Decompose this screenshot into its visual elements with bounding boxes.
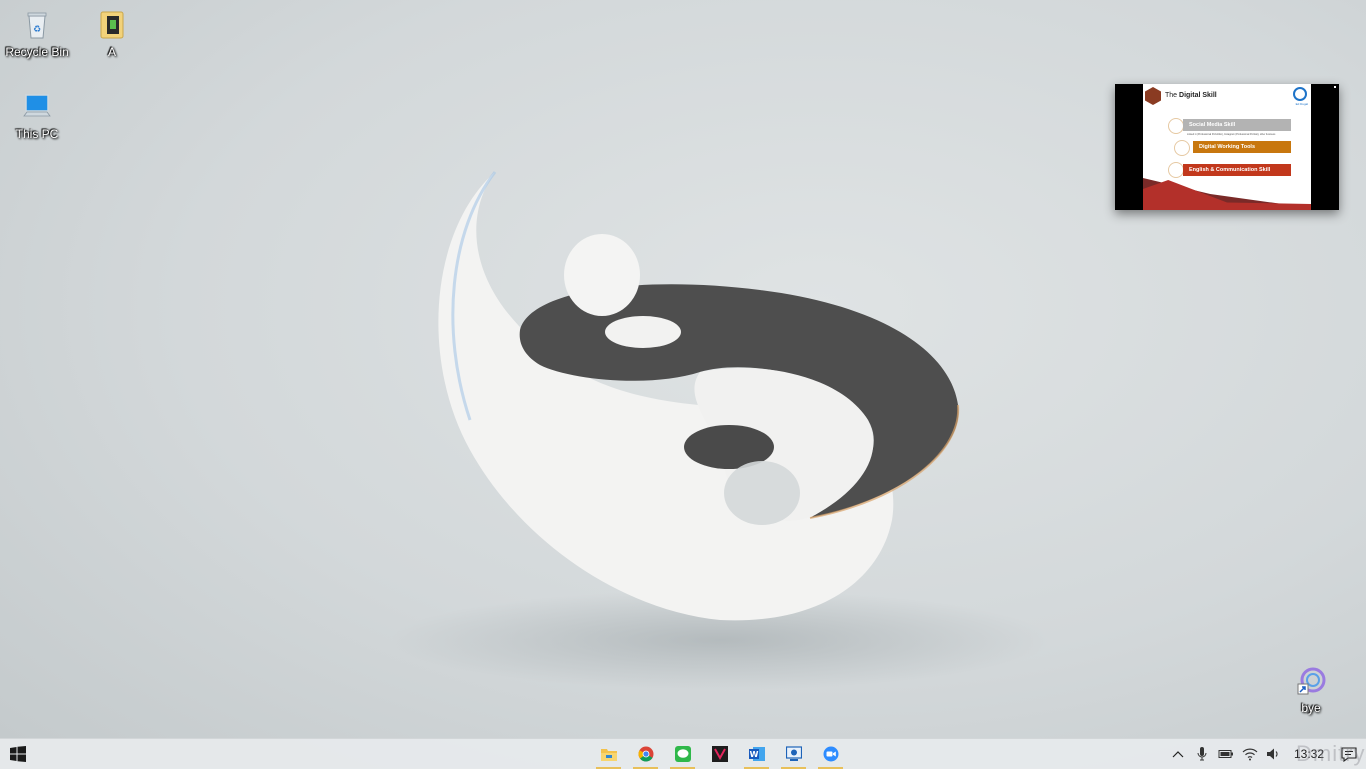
recycle-bin-icon: ♻ — [27, 12, 47, 39]
slide-item-social-media: Social Media Skill — [1183, 119, 1291, 131]
folder-icon — [100, 11, 124, 39]
shortcut-icon — [1297, 667, 1326, 695]
slide-logo-icon — [1293, 87, 1307, 101]
desktop-icon-recycle-bin[interactable]: ♻ Recycle Bin — [1, 8, 73, 59]
slide-bullet-circle — [1168, 118, 1184, 134]
taskbar-file-explorer[interactable] — [590, 739, 627, 769]
windows-icon — [10, 746, 26, 762]
notification-icon — [1341, 746, 1357, 762]
line-chat-icon — [674, 746, 691, 762]
wifi-icon — [1242, 748, 1258, 761]
desktop-icon-label: bye — [1301, 701, 1321, 715]
tray-microphone[interactable] — [1190, 739, 1214, 769]
chevron-up-icon — [1172, 751, 1184, 758]
slide-decor-wedge — [1143, 180, 1311, 210]
slide-bullet-circle — [1174, 140, 1190, 156]
taskbar-pinned-apps: W — [590, 739, 849, 769]
slide-item-digital-tools: Digital Working Tools — [1193, 141, 1291, 153]
slide-item-english: English & Communication Skill — [1183, 164, 1291, 176]
show-hidden-icons[interactable] — [1166, 739, 1190, 769]
desktop-icon-label: A — [107, 45, 116, 59]
taskbar-remote-desktop[interactable] — [775, 739, 812, 769]
volume-icon — [1266, 748, 1278, 760]
desktop[interactable]: ♻ Recycle Bin A This PC bye The Digital … — [0, 0, 1366, 738]
chrome-icon — [637, 746, 653, 762]
file-explorer-icon — [600, 749, 617, 761]
tray-battery[interactable] — [1214, 739, 1238, 769]
desktop-icon-folder-a[interactable]: A — [76, 8, 148, 59]
slide-hex-icon — [1145, 87, 1161, 105]
slide-title: The Digital Skill — [1165, 92, 1217, 99]
desktop-icon-label: Recycle Bin — [5, 45, 69, 59]
taskbar: W 13:32 — [0, 738, 1366, 769]
tray-volume[interactable] — [1262, 739, 1286, 769]
desktop-icon-this-pc[interactable]: This PC — [1, 90, 73, 141]
svg-text:♻: ♻ — [33, 25, 41, 35]
computer-icon — [23, 94, 51, 117]
taskbar-zoom[interactable] — [812, 739, 849, 769]
microphone-icon — [1197, 747, 1207, 761]
slide-bullet-circle — [1168, 162, 1184, 178]
svg-text:W: W — [749, 750, 758, 759]
desktop-icon-bye[interactable]: bye — [1275, 664, 1347, 715]
presentation-slide: The Digital Skill Ed Dugal Social Media … — [1143, 84, 1311, 210]
tray-wifi[interactable] — [1238, 739, 1262, 769]
desktop-icon-label: This PC — [15, 127, 59, 141]
taskbar-media-app[interactable] — [701, 739, 738, 769]
slide-item-subtitle: Linked in (Professional Portofolio), Ins… — [1187, 133, 1276, 136]
slide-logo-text: Ed Dugal — [1295, 102, 1308, 106]
action-center[interactable] — [1332, 739, 1366, 769]
remote-desktop-icon — [785, 746, 802, 761]
zoom-icon — [823, 746, 838, 762]
taskbar-word[interactable]: W — [738, 739, 775, 769]
start-button[interactable] — [0, 739, 36, 769]
pip-dot-icon — [1334, 86, 1336, 88]
system-tray: 13:32 — [1166, 739, 1366, 769]
taskbar-line[interactable] — [664, 739, 701, 769]
word-icon: W — [748, 747, 765, 761]
media-app-icon — [711, 746, 728, 762]
clock[interactable]: 13:32 — [1286, 747, 1332, 761]
battery-icon — [1218, 750, 1233, 758]
taskbar-chrome[interactable] — [627, 739, 664, 769]
video-mini-player[interactable]: The Digital Skill Ed Dugal Social Media … — [1115, 84, 1339, 210]
